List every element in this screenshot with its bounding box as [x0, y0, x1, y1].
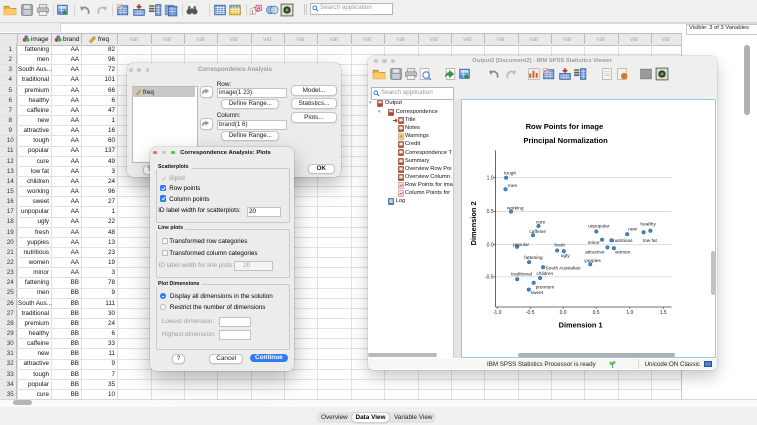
svg-text:-1.0: -1.0	[493, 310, 502, 316]
svg-text:South Australian: South Australian	[546, 265, 581, 271]
svg-text:working: working	[507, 205, 524, 211]
svg-text:1.0: 1.0	[487, 175, 494, 181]
svg-text:attractive: attractive	[585, 249, 605, 255]
svg-text:new: new	[629, 227, 638, 232]
svg-text:A: A	[257, 6, 261, 12]
svg-text:-0.5: -0.5	[526, 310, 535, 316]
svg-text:-0.5: -0.5	[485, 274, 494, 280]
svg-text:caffeine: caffeine	[530, 228, 547, 234]
svg-text:popular: popular	[513, 241, 529, 247]
svg-text:fattening: fattening	[525, 254, 544, 260]
svg-text:men: men	[508, 184, 518, 189]
svg-text:1: 1	[251, 9, 254, 15]
svg-text:minor: minor	[588, 239, 600, 245]
svg-text:cure: cure	[536, 219, 546, 225]
svg-text:children: children	[537, 270, 554, 276]
svg-text:traditional: traditional	[511, 271, 532, 277]
svg-text:sweet: sweet	[531, 290, 544, 296]
svg-text:0.0: 0.0	[560, 310, 567, 316]
svg-text:ugly: ugly	[561, 253, 570, 259]
svg-text:tough: tough	[504, 170, 516, 176]
svg-text:healthy: healthy	[641, 221, 657, 227]
svg-text:0.0: 0.0	[487, 242, 494, 248]
svg-text:women: women	[615, 250, 631, 255]
svg-text:1.5: 1.5	[660, 310, 667, 316]
svg-text:yuppies: yuppies	[585, 257, 602, 263]
svg-text:0.5: 0.5	[593, 310, 600, 316]
svg-text:Dimension 1: Dimension 1	[559, 320, 603, 329]
svg-text:fresh: fresh	[555, 242, 566, 248]
svg-text:low fat: low fat	[643, 237, 658, 243]
svg-text:Row Points for image: Row Points for image	[526, 121, 604, 130]
svg-text:premium: premium	[536, 284, 555, 290]
svg-text:0.5: 0.5	[487, 209, 494, 215]
svg-text:Principal Normalization: Principal Normalization	[524, 135, 609, 144]
svg-text:Dimension 2: Dimension 2	[469, 201, 478, 245]
svg-text:unpopular: unpopular	[588, 223, 610, 229]
svg-text:nutritious: nutritious	[613, 238, 633, 244]
svg-text:1.0: 1.0	[627, 310, 634, 316]
